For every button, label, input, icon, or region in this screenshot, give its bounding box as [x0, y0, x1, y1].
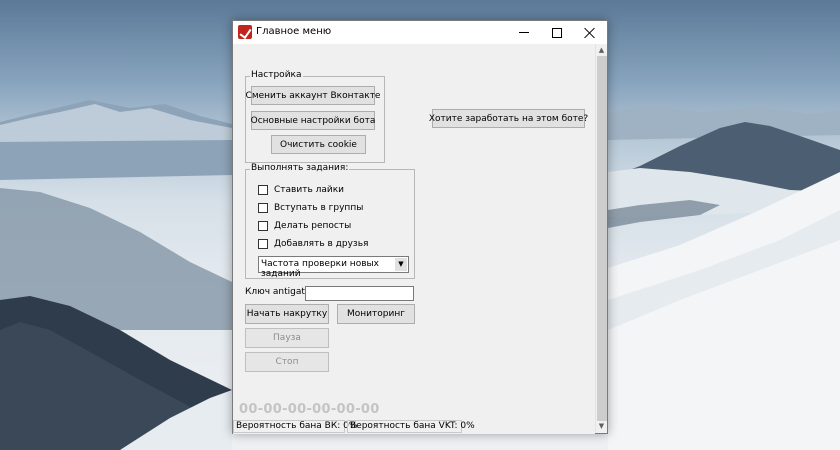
main-menu-window: Главное меню Настройка Сменить аккаунт В…	[232, 20, 608, 434]
task-likes[interactable]: Ставить лайки	[258, 184, 344, 196]
stop-button[interactable]: Стоп	[245, 352, 329, 372]
maximize-icon	[551, 27, 562, 38]
groups-label: Вступать в группы	[274, 203, 364, 213]
tasks-legend: Выполнять задания:	[250, 163, 350, 173]
antigate-label: Ключ antigate:	[245, 287, 314, 297]
window-title: Главное меню	[256, 26, 332, 37]
reposts-checkbox[interactable]	[258, 221, 268, 231]
dropdown-arrow-icon[interactable]: ▼	[395, 258, 407, 271]
pause-button[interactable]: Пауза	[245, 328, 329, 348]
ban-vkt-status: Вероятность бана VKT: 0%	[347, 420, 475, 433]
reposts-label: Делать репосты	[274, 221, 352, 231]
close-icon	[584, 27, 596, 39]
start-boost-button[interactable]: Начать накрутку	[245, 304, 329, 324]
change-account-button[interactable]: Сменить аккаунт Вконтакте	[246, 86, 380, 105]
app-icon	[238, 25, 252, 39]
clear-cookie-button[interactable]: Очистить cookie	[271, 135, 366, 154]
task-groups[interactable]: Вступать в группы	[258, 202, 363, 214]
ban-vk-status: Вероятность бана ВК: 0%	[233, 420, 357, 433]
scroll-down-icon[interactable]: ▼	[596, 421, 607, 432]
scroll-up-icon[interactable]: ▲	[596, 45, 607, 56]
groups-checkbox[interactable]	[258, 203, 268, 213]
antigate-key-input[interactable]	[305, 286, 414, 301]
friends-label: Добавлять в друзья	[274, 239, 369, 249]
task-friends[interactable]: Добавлять в друзья	[258, 238, 368, 250]
timer-display: 00-00-00-00-00-00	[239, 402, 380, 417]
title-bar[interactable]: Главное меню	[233, 21, 607, 44]
status-bar: Вероятность бана ВК: 0% Вероятность бана…	[233, 419, 595, 434]
minimize-icon	[518, 32, 529, 33]
vertical-scrollbar[interactable]: ▲ ▼	[595, 44, 607, 433]
check-frequency-value: Частота проверки новых заданий	[261, 259, 379, 279]
earn-on-bot-button[interactable]: Хотите заработать на этом боте?	[429, 109, 588, 128]
monitoring-button[interactable]: Мониторинг	[337, 304, 415, 324]
task-reposts[interactable]: Делать репосты	[258, 220, 351, 232]
close-button[interactable]	[572, 21, 607, 44]
friends-checkbox[interactable]	[258, 239, 268, 249]
check-frequency-select[interactable]: Частота проверки новых заданий ▼	[258, 256, 409, 279]
maximize-button[interactable]	[539, 21, 574, 44]
scroll-thumb[interactable]	[597, 56, 607, 421]
likes-label: Ставить лайки	[274, 185, 345, 195]
settings-group: Настройка Сменить аккаунт Вконтакте Осно…	[245, 70, 385, 163]
tasks-group: Выполнять задания: Ставить лайки Вступат…	[245, 163, 415, 279]
bot-settings-button[interactable]: Основные настройки бота	[251, 111, 375, 130]
likes-checkbox[interactable]	[258, 185, 268, 195]
minimize-button[interactable]	[506, 21, 541, 44]
settings-legend: Настройка	[250, 70, 303, 80]
